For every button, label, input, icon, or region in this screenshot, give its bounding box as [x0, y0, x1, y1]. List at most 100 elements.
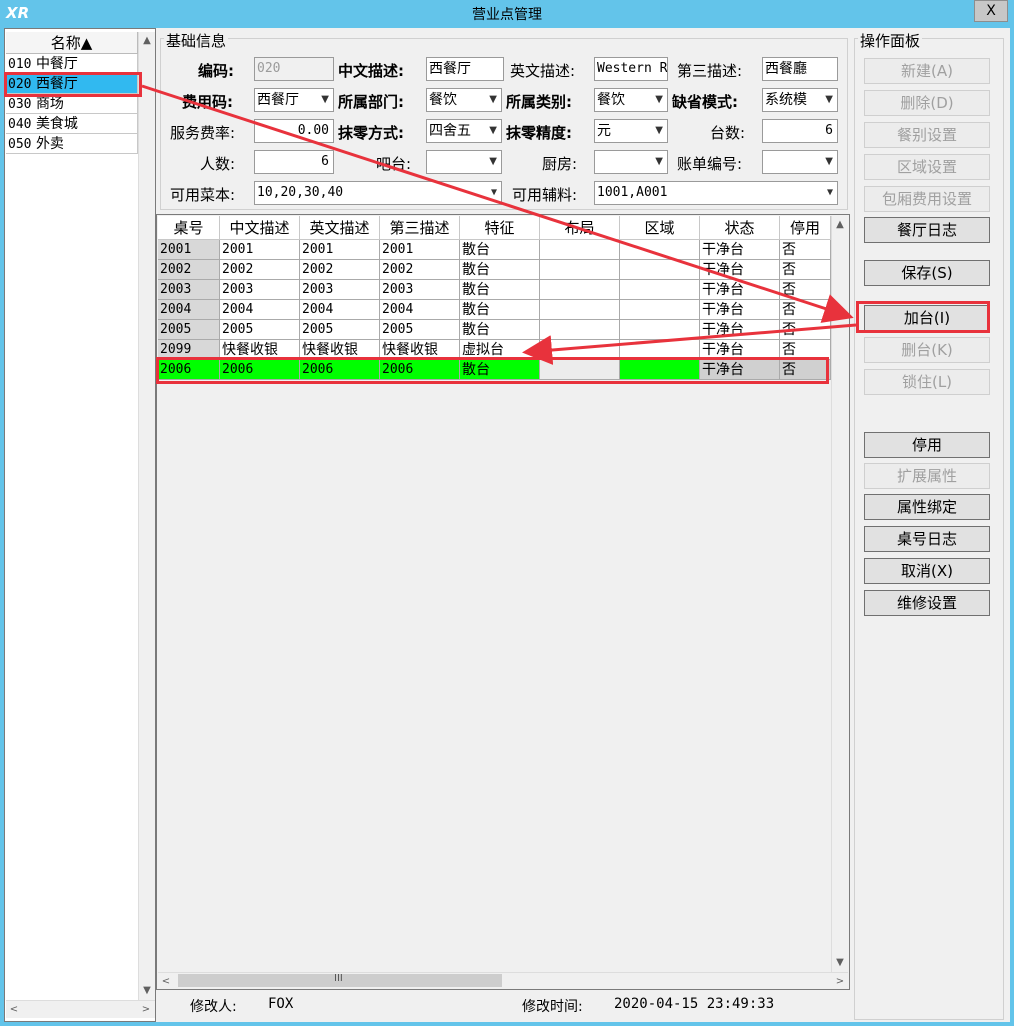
chevron-right-icon[interactable]: >: [138, 1001, 154, 1018]
outlet-list-vertical-scrollbar[interactable]: ▲ ▼: [138, 32, 155, 1000]
outlet-list-header-name[interactable]: 名称▲: [6, 32, 138, 54]
cell-feature[interactable]: 散台: [460, 360, 540, 380]
cell-disabled[interactable]: 否: [780, 260, 831, 280]
repair-setting-button[interactable]: 维修设置: [864, 590, 990, 616]
chevron-down-icon[interactable]: ▼: [139, 982, 155, 999]
cell-en-desc[interactable]: 2004: [300, 300, 380, 320]
save-button[interactable]: 保存(S): [864, 260, 990, 286]
cell-disabled[interactable]: 否: [780, 280, 831, 300]
cell-en-desc[interactable]: 2001: [300, 240, 380, 260]
cell-disabled[interactable]: 否: [780, 360, 831, 380]
bill-no-select[interactable]: ▼: [762, 150, 838, 174]
cancel-button[interactable]: 取消(X): [864, 558, 990, 584]
cell-area[interactable]: [620, 360, 700, 380]
cell-en-desc[interactable]: 快餐收银: [300, 340, 380, 360]
cell-status[interactable]: 干净台: [700, 240, 780, 260]
cell-disabled[interactable]: 否: [780, 340, 831, 360]
list-item-selected[interactable]: 020 西餐厅: [6, 74, 138, 94]
cell-status[interactable]: 干净台: [700, 340, 780, 360]
cell-status[interactable]: 干净台: [700, 260, 780, 280]
chevron-left-icon[interactable]: <: [158, 973, 174, 990]
cell-en-desc[interactable]: 2002: [300, 260, 380, 280]
grid-vertical-scrollbar[interactable]: ▲ ▼: [831, 216, 849, 972]
cell-area[interactable]: [620, 300, 700, 320]
disable-button[interactable]: 停用: [864, 432, 990, 458]
table-log-button[interactable]: 桌号日志: [864, 526, 990, 552]
column-header-status[interactable]: 状态: [700, 216, 780, 240]
cell-table-no[interactable]: 2005: [158, 320, 220, 340]
chevron-left-icon[interactable]: <: [6, 1001, 22, 1018]
cell-third-desc[interactable]: 2002: [380, 260, 460, 280]
list-item[interactable]: 030 商场: [6, 94, 138, 114]
cell-status[interactable]: 干净台: [700, 300, 780, 320]
category-select[interactable]: 餐饮 ▼: [594, 88, 668, 112]
outlet-list[interactable]: [4, 28, 156, 1022]
column-header-table-no[interactable]: 桌号: [158, 216, 220, 240]
meal-setting-button[interactable]: 餐别设置: [864, 122, 990, 148]
cell-table-no[interactable]: 2003: [158, 280, 220, 300]
cell-table-no[interactable]: 2001: [158, 240, 220, 260]
aux-select[interactable]: 1001,A001 ▼: [594, 181, 838, 205]
cell-area[interactable]: [620, 240, 700, 260]
list-item[interactable]: 040 美食城: [6, 114, 138, 134]
cell-cn-desc[interactable]: 2005: [220, 320, 300, 340]
cn-desc-field[interactable]: 西餐厅: [426, 57, 504, 81]
cell-status[interactable]: 干净台: [700, 320, 780, 340]
dept-select[interactable]: 餐饮 ▼: [426, 88, 502, 112]
cell-en-desc[interactable]: 2005: [300, 320, 380, 340]
cell-layout[interactable]: [540, 300, 620, 320]
cell-third-desc[interactable]: 2001: [380, 240, 460, 260]
en-desc-field[interactable]: Western R: [594, 57, 668, 81]
column-header-third-desc[interactable]: 第三描述: [380, 216, 460, 240]
column-header-feature[interactable]: 特征: [460, 216, 540, 240]
cell-feature[interactable]: 散台: [460, 280, 540, 300]
cell-cn-desc[interactable]: 2006: [220, 360, 300, 380]
chevron-down-icon[interactable]: ▼: [832, 954, 848, 971]
menus-select[interactable]: 10,20,30,40 ▼: [254, 181, 502, 205]
cell-third-desc[interactable]: 2005: [380, 320, 460, 340]
rounding-method-select[interactable]: 四舍五 ▼: [426, 119, 502, 143]
table-count-field[interactable]: 6: [762, 119, 838, 143]
lock-button[interactable]: 锁住(L): [864, 369, 990, 395]
cell-en-desc[interactable]: 2006: [300, 360, 380, 380]
add-table-button[interactable]: 加台(I): [864, 305, 990, 331]
cell-table-no[interactable]: 2004: [158, 300, 220, 320]
delete-table-button[interactable]: 删台(K): [864, 337, 990, 363]
cell-layout[interactable]: [540, 360, 620, 380]
outlet-list-horizontal-scrollbar[interactable]: < >: [6, 1000, 155, 1018]
cell-third-desc[interactable]: 快餐收银: [380, 340, 460, 360]
cell-layout[interactable]: [540, 320, 620, 340]
cell-third-desc[interactable]: 2006: [380, 360, 460, 380]
service-rate-field[interactable]: 0.00: [254, 119, 334, 143]
restaurant-log-button[interactable]: 餐厅日志: [864, 217, 990, 243]
cell-disabled[interactable]: 否: [780, 300, 831, 320]
cell-cn-desc[interactable]: 2004: [220, 300, 300, 320]
cell-cn-desc[interactable]: 快餐收银: [220, 340, 300, 360]
cell-layout[interactable]: [540, 340, 620, 360]
cell-layout[interactable]: [540, 280, 620, 300]
cell-disabled[interactable]: 否: [780, 240, 831, 260]
cell-cn-desc[interactable]: 2002: [220, 260, 300, 280]
attr-bind-button[interactable]: 属性绑定: [864, 494, 990, 520]
extend-attr-button[interactable]: 扩展属性: [864, 463, 990, 489]
chevron-up-icon[interactable]: ▲: [139, 32, 155, 49]
cell-feature[interactable]: 虚拟台: [460, 340, 540, 360]
cell-third-desc[interactable]: 2003: [380, 280, 460, 300]
cell-status[interactable]: 干净台: [700, 360, 780, 380]
cell-feature[interactable]: 散台: [460, 260, 540, 280]
chevron-right-icon[interactable]: >: [832, 973, 848, 990]
rounding-precision-select[interactable]: 元 ▼: [594, 119, 668, 143]
cell-table-no[interactable]: 2006: [158, 360, 220, 380]
cell-feature[interactable]: 散台: [460, 240, 540, 260]
default-mode-select[interactable]: 系统模 ▼: [762, 88, 838, 112]
column-header-layout[interactable]: 布局: [540, 216, 620, 240]
cell-table-no[interactable]: 2099: [158, 340, 220, 360]
area-setting-button[interactable]: 区域设置: [864, 154, 990, 180]
cell-cn-desc[interactable]: 2001: [220, 240, 300, 260]
room-fee-setting-button[interactable]: 包厢费用设置: [864, 186, 990, 212]
cell-cn-desc[interactable]: 2003: [220, 280, 300, 300]
cell-feature[interactable]: 散台: [460, 300, 540, 320]
third-desc-field[interactable]: 西餐廳: [762, 57, 838, 81]
close-button[interactable]: X: [974, 0, 1008, 22]
cell-layout[interactable]: [540, 260, 620, 280]
